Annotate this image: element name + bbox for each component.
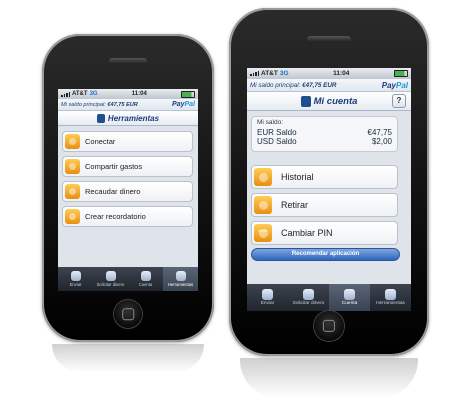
network-label: 3G [89, 91, 98, 97]
right-status-bar: AT&T 3G 11:04 [247, 68, 411, 79]
left-iphone: AT&T 3G 11:04 Mi saldo principal: €47,75… [42, 34, 214, 342]
reminder-icon [65, 209, 80, 224]
balance-row-eur: EUR Saldo €47,75 [257, 128, 392, 137]
tab-herramientas[interactable]: Herramientas [370, 284, 411, 311]
left-tab-bar: Enviar Solicitar dinero Cuenta Herramien… [58, 267, 198, 291]
left-balance-bar: Mi saldo principal: €47,75 EUR PayPal [58, 99, 198, 111]
menu-item-label: Historial [281, 172, 314, 182]
balance-label: Mi saldo principal: [61, 101, 106, 108]
right-iphone: AT&T 3G 11:04 Mi saldo principal: €47,75… [229, 8, 429, 356]
left-menu: Conectar Compartir gastos Recaudar diner… [62, 131, 193, 227]
request-icon [105, 271, 116, 281]
carrier-label: AT&T [72, 91, 88, 97]
send-icon [262, 289, 273, 300]
request-icon [303, 289, 314, 300]
tab-solicitar-dinero[interactable]: Solicitar dinero [93, 267, 128, 291]
clock-label: 11:04 [131, 91, 147, 97]
balance-row-usd: USD Saldo $2,00 [257, 137, 392, 146]
menu-item-retirar[interactable]: Retirar [251, 193, 398, 217]
menu-item-label: Crear recordatorio [85, 212, 146, 221]
left-status-bar: AT&T 3G 11:04 [58, 89, 198, 99]
tools-icon [175, 271, 186, 281]
right-balance-bar: Mi saldo principal: €47,75 EUR PayPal [247, 79, 411, 92]
left-screen: AT&T 3G 11:04 Mi saldo principal: €47,75… [58, 89, 198, 291]
menu-item-label: Compartir gastos [85, 162, 143, 171]
pin-dots: **** [258, 230, 268, 236]
tools-icon [385, 289, 396, 300]
menu-item-cambiar-pin[interactable]: **** Cambiar PIN [251, 221, 398, 245]
help-button[interactable]: ? [392, 94, 406, 108]
tab-cuenta[interactable]: Cuenta [329, 284, 370, 311]
right-speaker [307, 36, 351, 42]
left-reflection [52, 344, 204, 372]
menu-item-historial[interactable]: Historial [251, 165, 398, 189]
network-label: 3G [279, 70, 289, 77]
right-title-bar: Mi cuenta ? [247, 92, 411, 111]
left-speaker [109, 58, 147, 64]
clock-label: 11:04 [333, 70, 350, 77]
recommend-app-button[interactable]: Recomendar aplicación [251, 248, 400, 261]
balance-amount: €47,75 EUR [302, 81, 337, 89]
tab-enviar[interactable]: Enviar [58, 267, 93, 291]
right-tab-bar: Enviar Solicitar dinero Cuenta Herramien… [247, 284, 411, 311]
menu-item-compartir-gastos[interactable]: Compartir gastos [62, 156, 193, 177]
menu-item-label: Recaudar dinero [85, 187, 141, 196]
balance-label: Mi saldo principal: [250, 81, 301, 89]
paypal-logo: PayPal [172, 101, 195, 108]
paypal-logo: PayPal [381, 80, 408, 90]
right-reflection [240, 358, 418, 398]
send-icon [70, 271, 81, 281]
tab-cuenta[interactable]: Cuenta [128, 267, 163, 291]
carrier-label: AT&T [261, 70, 278, 77]
share-icon [65, 159, 80, 174]
right-screen: AT&T 3G 11:04 Mi saldo principal: €47,75… [247, 68, 411, 311]
tools-title-icon [96, 113, 105, 123]
menu-item-conectar[interactable]: Conectar [62, 131, 193, 152]
tab-enviar[interactable]: Enviar [247, 284, 288, 311]
page-title: Mi cuenta [313, 95, 358, 107]
menu-item-label: Cambiar PIN [281, 228, 333, 238]
balance-amount: €47,75 EUR [107, 101, 138, 108]
account-title-icon [300, 95, 311, 107]
page-title: Herramientas [107, 113, 160, 123]
account-icon [140, 271, 151, 281]
tab-herramientas[interactable]: Herramientas [163, 267, 198, 291]
menu-item-label: Retirar [281, 200, 309, 210]
withdraw-icon [254, 196, 272, 214]
signal-icon [61, 91, 70, 97]
right-menu: Historial Retirar **** Cambiar PIN [251, 165, 398, 245]
balance-card: Mi saldo: EUR Saldo €47,75 USD Saldo $2,… [251, 116, 398, 152]
signal-icon [250, 71, 259, 76]
menu-item-crear-recordatorio[interactable]: Crear recordatorio [62, 206, 193, 227]
battery-icon [394, 70, 408, 77]
menu-item-recaudar-dinero[interactable]: Recaudar dinero [62, 181, 193, 202]
battery-icon [181, 90, 195, 98]
connect-icon [65, 134, 80, 149]
right-home-button[interactable] [314, 311, 344, 341]
left-home-button[interactable] [114, 300, 142, 328]
menu-item-label: Conectar [85, 137, 116, 146]
balance-card-header: Mi saldo: [257, 119, 284, 126]
collect-icon [65, 184, 80, 199]
pin-icon: **** [254, 224, 272, 242]
history-icon [254, 168, 272, 186]
tab-solicitar-dinero[interactable]: Solicitar dinero [288, 284, 329, 311]
account-icon [344, 289, 355, 300]
left-title-bar: Herramientas [58, 111, 198, 126]
